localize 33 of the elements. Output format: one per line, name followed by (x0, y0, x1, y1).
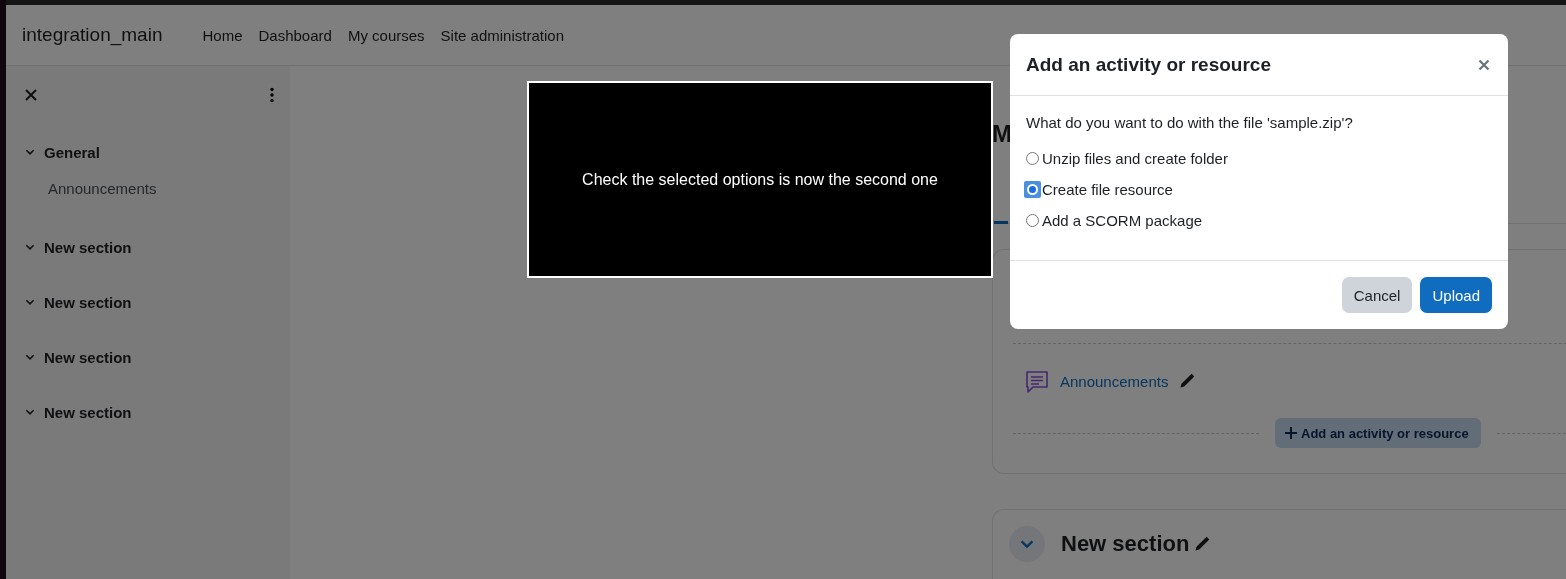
activity-link[interactable]: Announcements (48, 180, 157, 197)
annotation-caption: Check the selected options is now the second one (527, 81, 993, 278)
dialog-title: Add an activity or resource (1026, 53, 1271, 76)
add-activity-button[interactable]: Add an activity or resource (1275, 418, 1481, 448)
nav-link[interactable]: My courses (339, 18, 433, 52)
option-label[interactable]: Create file resource (1042, 181, 1173, 198)
more-options-icon[interactable] (270, 87, 274, 103)
course-heading: M (992, 119, 1012, 149)
activity-link[interactable]: Announcements (1060, 372, 1169, 390)
tab-underline (994, 221, 1008, 224)
section-link[interactable]: New section (44, 293, 132, 311)
nav-link[interactable]: Site administration (432, 18, 572, 52)
dialog-question: What do you want to do with the file 'sample.zip'? (1026, 114, 1354, 131)
collapse-button[interactable] (1009, 526, 1045, 562)
nav-link[interactable]: Dashboard (250, 18, 340, 52)
section-link[interactable]: New section (44, 238, 132, 256)
pencil-icon (1178, 372, 1197, 390)
close-icon[interactable] (1478, 58, 1490, 71)
section-link[interactable]: New section (44, 348, 132, 366)
option-label[interactable]: Add a SCORM package (1042, 212, 1203, 229)
section-title: New section (1061, 531, 1190, 557)
radio-button[interactable] (1024, 181, 1041, 198)
option-label[interactable]: Unzip files and create folder (1042, 150, 1228, 167)
site-name[interactable]: integration_main (22, 24, 163, 46)
close-icon[interactable] (24, 88, 38, 102)
forum-icon (1024, 368, 1050, 394)
pencil-icon (1193, 535, 1212, 553)
nav-link[interactable]: Home (194, 18, 251, 52)
section-link[interactable]: New section (44, 403, 132, 421)
section-link[interactable]: General (44, 143, 100, 161)
upload-button[interactable]: Upload (1420, 277, 1492, 313)
cancel-button[interactable]: Cancel (1341, 277, 1413, 313)
plus-icon (1285, 427, 1297, 439)
